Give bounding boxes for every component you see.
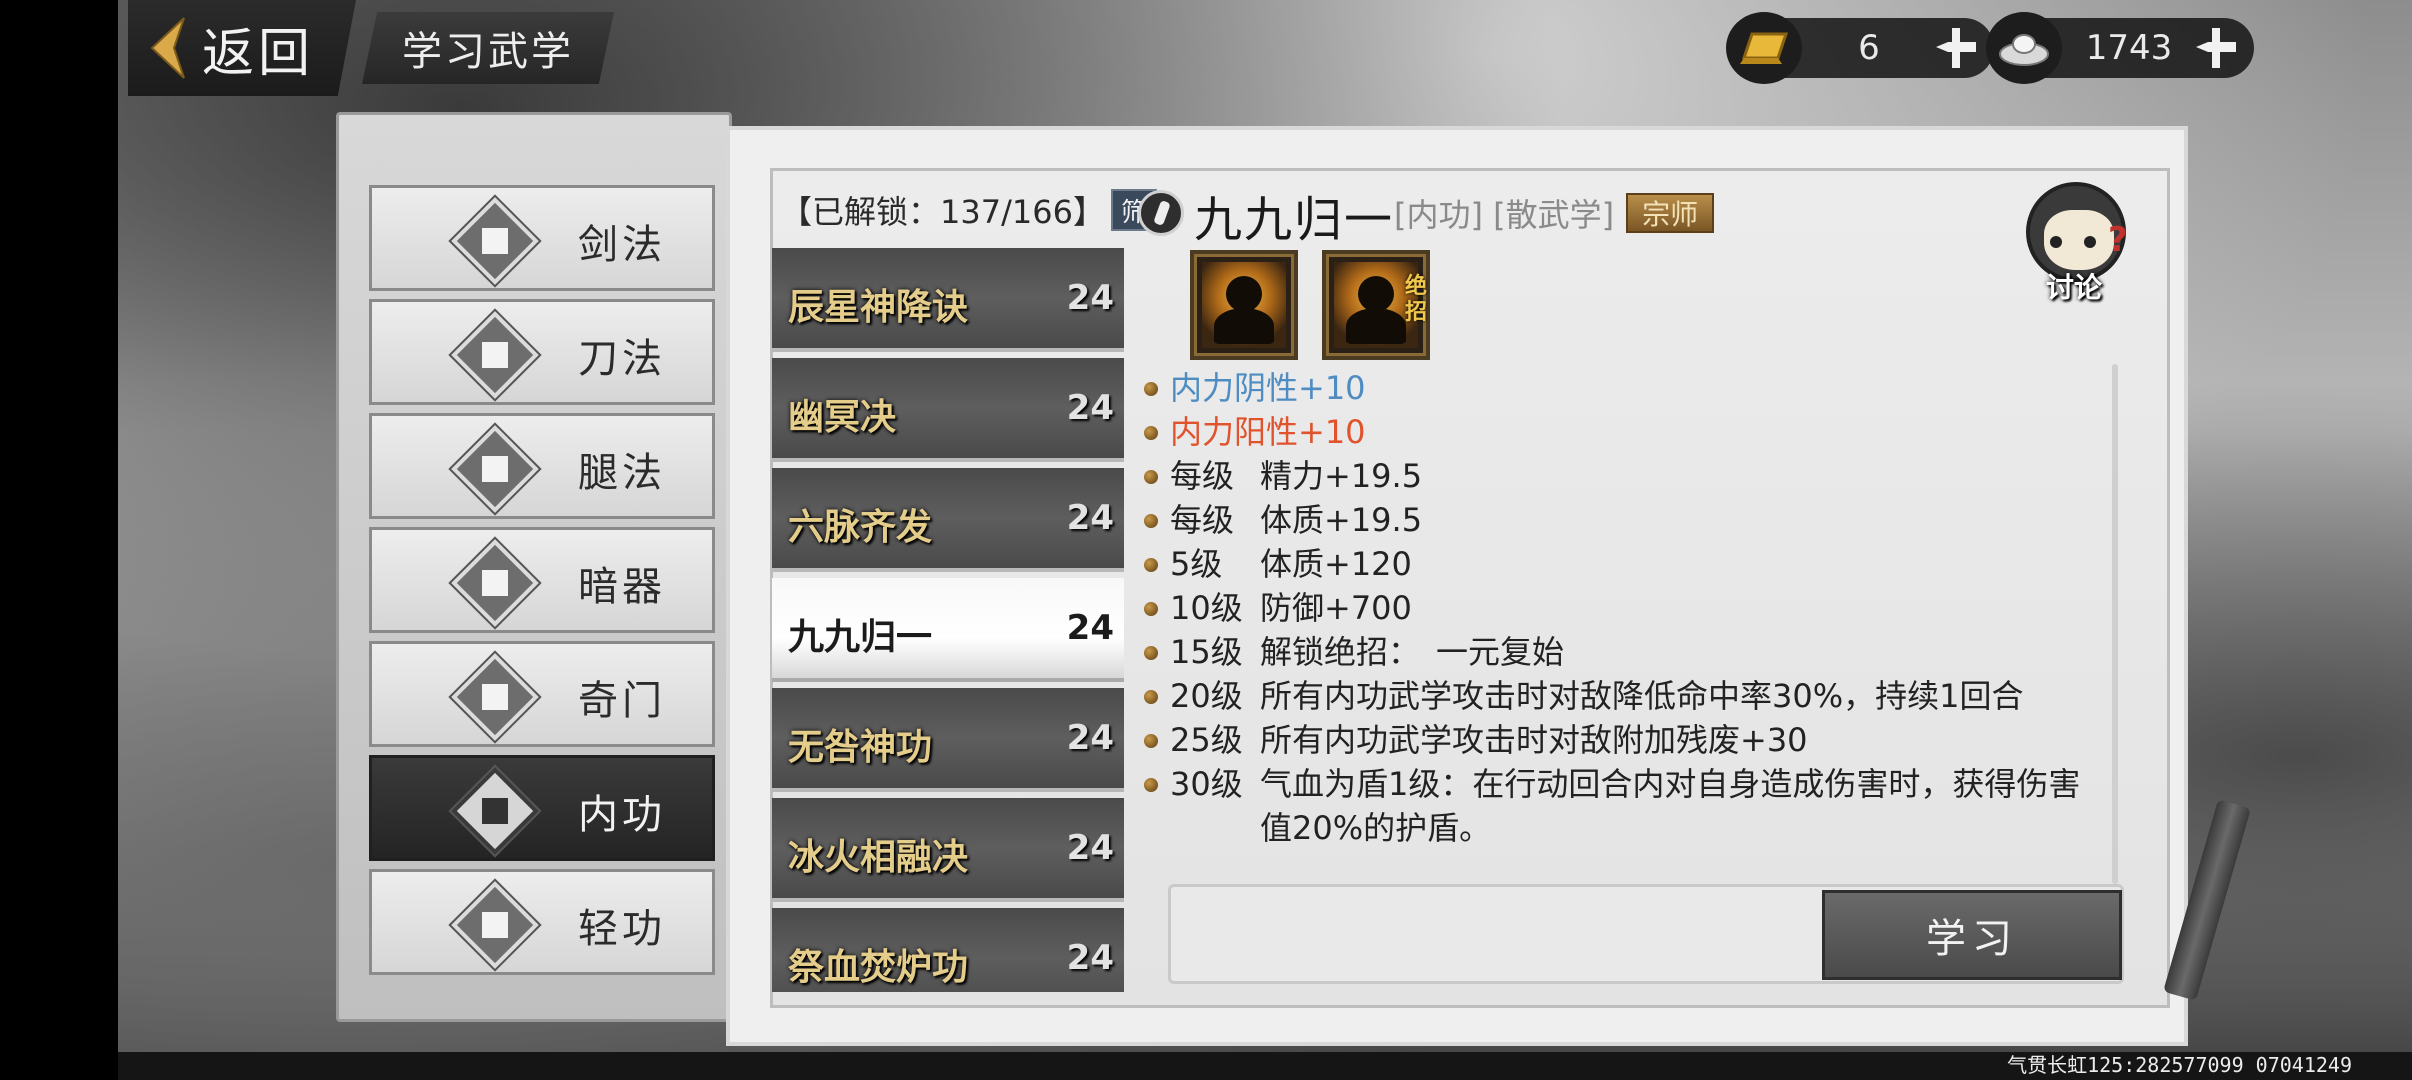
discuss-label: 讨论 [2046,271,2103,304]
category-label: 腿法 [578,450,666,496]
skill-level: 24 [1066,608,1114,648]
silver-pill: 1743 [1986,12,2254,84]
leaping-figure-icon [448,878,542,972]
category-label: 暗器 [578,564,666,610]
category-exotic[interactable]: 奇门 [369,641,715,747]
skill-row[interactable]: 冰火相融决 24 [772,798,1124,902]
ultimate-tag: 绝招 [1404,274,1427,325]
rank-badge: 宗师 [1626,193,1715,233]
skill-level: 24 [1066,498,1114,538]
discuss-button[interactable]: ? 讨论 [2016,182,2134,304]
category-panel: 剑法 刀法 腿法 暗器 奇门 内功 轻功 [336,112,732,1022]
meditating-figure-icon [1358,276,1394,312]
bullet-icon [1144,778,1158,792]
blade-icon [448,308,542,402]
skill-row[interactable]: 幽冥决 24 [772,358,1124,462]
shuriken-icon [448,536,542,630]
page-title-box: 学习武学 [362,12,614,84]
effect-item: 15级 解锁绝招： 一元复始 [1144,630,2104,674]
skill-row[interactable]: 无咎神功 24 [772,688,1124,792]
bullet-icon [1144,514,1158,528]
gold-value: 6 [1858,28,1880,68]
question-mark-icon: ? [2108,220,2128,260]
silver-value: 1743 [2085,28,2173,68]
unlock-count: 【已解锁：137/166】 [780,193,1105,231]
silver-ingot-icon [1986,12,2062,84]
sword-icon [448,194,542,288]
category-sword[interactable]: 剑法 [369,185,715,291]
learn-button[interactable]: 学习 [1822,890,2122,980]
ultimate-move-card[interactable]: 绝招 [1322,250,1430,360]
category-hidden-weapon[interactable]: 暗器 [369,527,715,633]
effect-item: 每级 体质+19.5 [1144,498,2104,542]
effect-item: 5级 体质+120 [1144,542,2104,586]
bullet-icon [1144,426,1158,440]
skill-move-card[interactable] [1190,250,1298,360]
internal-skill-type-icon [1138,190,1184,236]
gold-currency: 6 [1726,12,1994,84]
skill-name: 辰星神降诀 [788,287,969,328]
skill-level: 24 [1066,278,1114,318]
bullet-icon [1144,602,1158,616]
bullet-icon [1144,646,1158,660]
gold-pill: 6 [1726,12,1994,84]
skill-level: 24 [1066,828,1114,868]
effect-item: 内力阳性+10 [1144,410,2104,454]
skill-name: 无咎神功 [788,727,933,768]
effect-item: 内力阴性+10 [1144,366,2104,410]
category-lightness[interactable]: 轻功 [369,869,715,975]
effect-item: 20级 所有内功武学攻击时对敌降低命中率30%，持续1回合 [1144,674,2104,718]
effect-item: 25级 所有内功武学攻击时对敌附加残废+30 [1144,718,2104,762]
category-internal[interactable]: 内功 [369,755,715,861]
bullet-icon [1144,470,1158,484]
effects-list: 内力阴性+10 内力阳性+10 每级 精力+19.5 每级 体质+19.5 5级 体质… [1144,366,2104,850]
skill-name: 九九归一 [788,617,933,658]
left-letterbox [0,0,118,1080]
category-label: 轻功 [578,906,666,952]
skill-tags: [内功] [散武学] 宗师 [1394,190,1715,236]
category-kick[interactable]: 腿法 [369,413,715,519]
add-gold-button[interactable] [1936,28,1976,68]
back-button[interactable]: 返回 [128,0,356,96]
skill-level: 24 [1066,938,1114,978]
player-id-text: 气贯长虹125:282577099 07041249 [2007,1053,2352,1077]
back-label: 返回 [202,23,315,84]
category-label: 剑法 [578,222,666,268]
bullet-icon [1144,558,1158,572]
category-blade[interactable]: 刀法 [369,299,715,405]
skill-row[interactable]: 辰星神降诀 24 [772,248,1124,352]
skill-row[interactable]: 六脉齐发 24 [772,468,1124,572]
page-title: 学习武学 [402,29,574,75]
skill-row[interactable]: 祭血焚炉功 24 [772,908,1124,992]
category-label: 刀法 [578,336,666,382]
effect-item: 每级 精力+19.5 [1144,454,2104,498]
skill-name: 六脉齐发 [788,507,933,548]
bullet-icon [1144,690,1158,704]
skill-tag-text: [内功] [散武学] [1394,196,1615,234]
staff-icon [448,650,542,744]
running-figure-icon [448,764,542,858]
chevron-left-icon [150,17,185,79]
skill-name: 冰火相融决 [788,837,969,878]
unlock-header: 【已解锁：137/166】 筛 [780,186,1157,234]
silver-currency: 1743 [1986,12,2254,84]
skill-level: 24 [1066,388,1114,428]
skill-name: 祭血焚炉功 [788,947,969,988]
bullet-icon [1144,734,1158,748]
bullet-icon [1144,382,1158,396]
meditating-figure-icon [1226,276,1262,312]
skill-name: 幽冥决 [788,397,897,438]
skill-title: 九九归一 [1194,192,1395,248]
detail-scrollbar[interactable] [2112,364,2118,884]
kick-icon [448,422,542,516]
effect-item: 30级 气血为盾1级：在行动回合内对自身造成伤害时，获得伤害值20%的护盾。 [1144,762,2104,850]
skill-level: 24 [1066,718,1114,758]
add-silver-button[interactable] [2196,28,2236,68]
skill-list[interactable]: 辰星神降诀 24 幽冥决 24 六脉齐发 24 九九归一 24 无咎神功 24 … [772,248,1124,992]
gold-ingot-icon [1726,12,1802,84]
category-label: 内功 [578,792,666,838]
category-label: 奇门 [578,678,666,724]
skill-row-selected[interactable]: 九九归一 24 [772,578,1124,682]
effect-item: 10级 防御+700 [1144,586,2104,630]
